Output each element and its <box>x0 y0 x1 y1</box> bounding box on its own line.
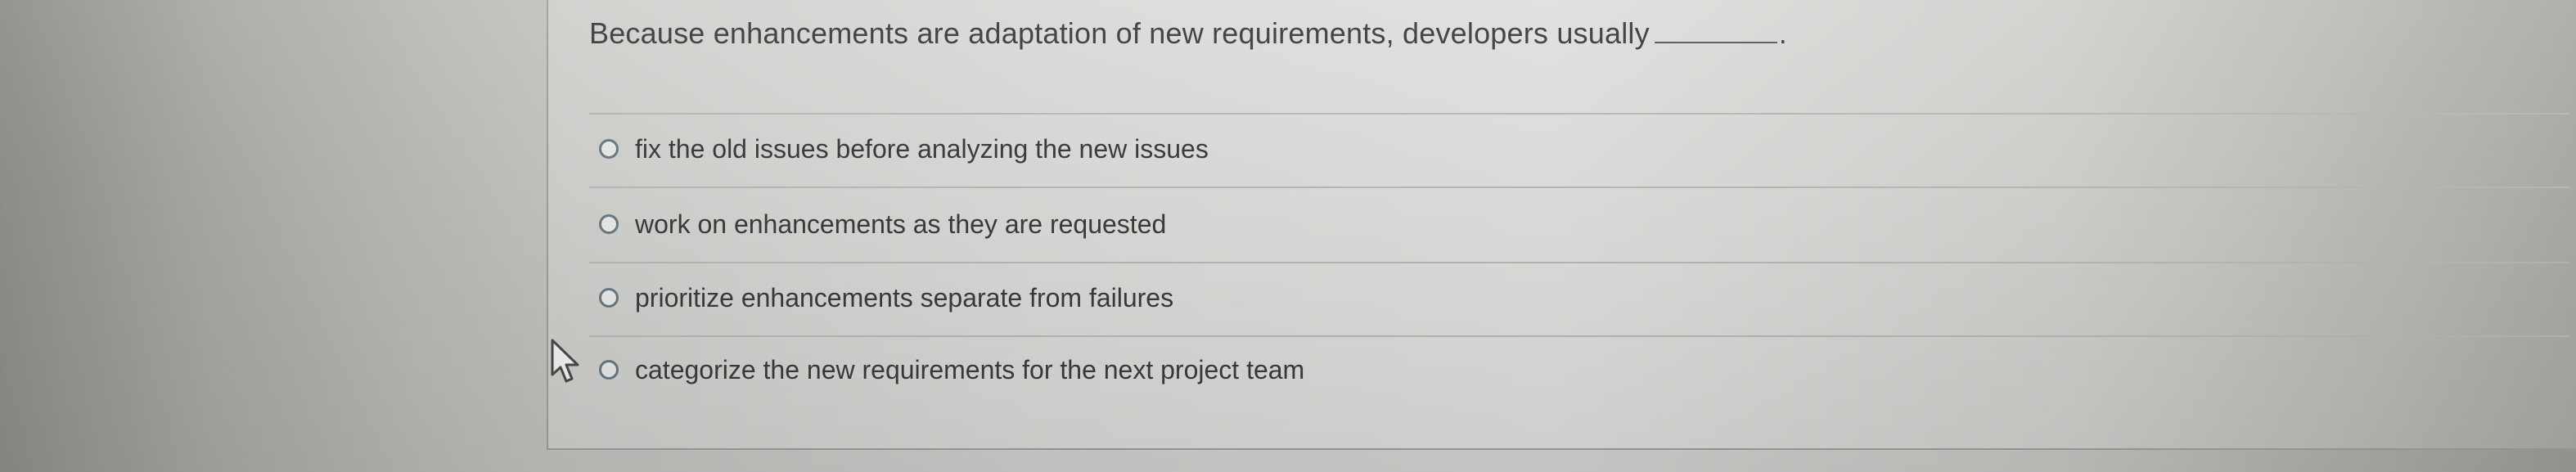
choice-label: fix the old issues before analyzing the … <box>635 133 1209 164</box>
radio-unselected-icon[interactable] <box>599 360 619 380</box>
question-panel: Because enhancements are adaptation of n… <box>547 0 2576 450</box>
choice-option-3[interactable]: prioritize enhancements separate from fa… <box>599 273 1173 322</box>
choice-option-4[interactable]: categorize the new requirements for the … <box>599 345 1304 394</box>
radio-unselected-icon[interactable] <box>599 139 619 159</box>
radio-unselected-icon[interactable] <box>599 214 619 234</box>
choice-option-1[interactable]: fix the old issues before analyzing the … <box>599 124 1209 173</box>
question-period: . <box>1778 16 1787 50</box>
radio-unselected-icon[interactable] <box>599 288 619 308</box>
choice-label: categorize the new requirements for the … <box>635 354 1305 384</box>
choice-divider <box>589 113 2569 115</box>
choice-divider <box>589 262 2569 263</box>
mouse-pointer-icon <box>551 339 579 383</box>
question-stem: Because enhancements are adaptation of n… <box>589 16 1650 50</box>
choice-label: work on enhancements as they are request… <box>635 209 1167 239</box>
choice-divider <box>589 335 2569 337</box>
choice-option-2[interactable]: work on enhancements as they are request… <box>599 200 1166 249</box>
question-text: Because enhancements are adaptation of n… <box>589 16 1787 51</box>
choice-label: prioritize enhancements separate from fa… <box>635 282 1174 312</box>
choice-divider <box>589 187 2569 188</box>
answer-blank <box>1654 19 1777 43</box>
